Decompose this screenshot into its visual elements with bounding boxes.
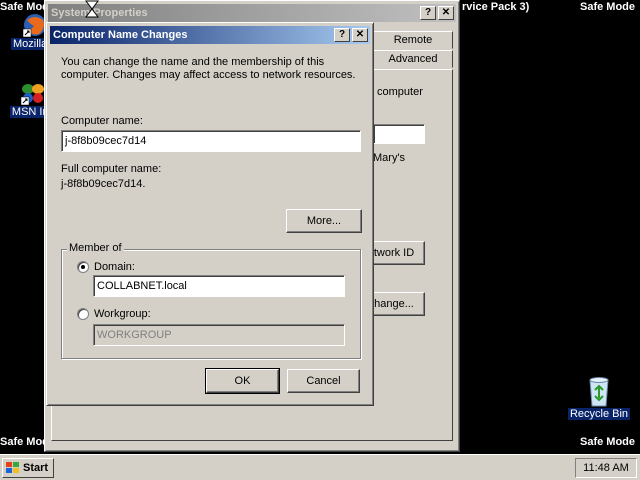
computer-name-label: Computer name: [61,115,143,127]
computer-name-input[interactable]: j-8f8b09cec7d14 [61,130,361,152]
system-tray-clock[interactable]: 11:48 AM [575,458,637,478]
cancel-button[interactable]: Cancel [287,369,360,393]
domain-input[interactable]: COLLABNET.local [93,275,345,297]
windows-logo-icon [6,462,19,473]
partial-text-marys: Mary's [373,152,406,164]
partial-text-computer: computer [377,86,423,98]
clock-text: 11:48 AM [583,462,629,474]
taskbar: Start 11:48 AM [0,454,640,480]
partial-description-field[interactable] [373,124,425,144]
domain-label: Domain: [94,261,135,273]
service-pack-text: rvice Pack 3) [462,1,530,13]
dialog-description-line2: computer. Changes may affect access to n… [61,69,356,81]
member-of-label: Member of [67,242,124,254]
dialog-help-button[interactable]: ? [334,28,350,42]
mouse-cursor-icon [85,0,99,18]
desktop-icon-recycle-bin[interactable]: Recycle Bin [564,376,634,420]
workgroup-radio[interactable] [77,308,89,320]
start-label: Start [23,462,49,474]
dialog-description-line1: You can change the name and the membersh… [61,56,325,68]
msn-butterfly-icon [20,84,44,106]
safe-mode-label-bottom-right: Safe Mode [580,436,636,448]
full-computer-name-label: Full computer name: [61,163,162,175]
system-properties-titlebar[interactable]: System Properties ? ✕ [48,4,456,22]
computer-name-changes-dialog: Computer Name Changes ? ✕ You can change… [46,22,374,406]
domain-radio[interactable] [77,261,89,273]
workgroup-input: WORKGROUP [93,324,345,346]
dialog-title: Computer Name Changes [53,29,188,41]
system-properties-close-button[interactable]: ✕ [438,6,454,20]
ok-button[interactable]: OK [205,368,280,394]
desktop-icon-recycle-bin-label: Recycle Bin [567,408,631,420]
tab-remote[interactable]: Remote [373,31,453,49]
system-properties-title: System Properties [51,7,148,19]
workgroup-label: Workgroup: [94,308,151,320]
dialog-close-button[interactable]: ✕ [352,28,368,42]
recycle-bin-icon [589,377,609,407]
start-button[interactable]: Start [2,458,54,478]
safe-mode-label-top-right: Safe Mode [580,1,636,13]
dialog-titlebar[interactable]: Computer Name Changes ? ✕ [50,26,370,44]
more-button[interactable]: More... [286,209,362,233]
system-properties-help-button[interactable]: ? [420,6,436,20]
full-computer-name-value: j-8f8b09cec7d14. [61,178,146,190]
tab-advanced[interactable]: Advanced [373,50,453,68]
